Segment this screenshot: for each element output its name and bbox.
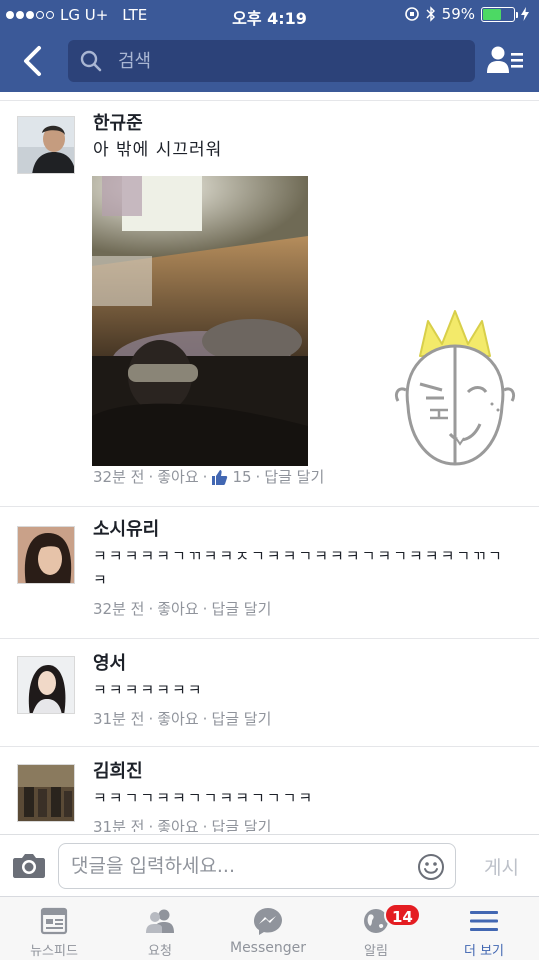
divider: [0, 638, 539, 639]
comment-text: ㅋㅋㄱㄱㅋㅋㄱㄱㅋㅋㄱㄱㄱㅋ: [93, 789, 315, 807]
navigation-bar: [0, 36, 539, 86]
divider: [0, 100, 539, 101]
comment-meta: 31분 전 · 좋아요 · 답글 달기: [93, 816, 519, 832]
friend-list-icon[interactable]: [486, 44, 524, 76]
search-box[interactable]: [68, 40, 475, 82]
comment-meta: 31분 전 · 좋아요 · 답글 달기: [93, 708, 272, 730]
comment-body: 김희진 ㅋㅋㄱㄱㅋㅋㄱㄱㅋㅋㄱㄱㄱㅋ 31분 전 · 좋아요 · 답글 달기: [93, 760, 519, 832]
top-bar: LG U+ LTE 오후 4:19 59%: [0, 0, 539, 92]
bluetooth-icon: [426, 6, 435, 22]
comment-text: 아 밖에 시끄러워: [93, 140, 223, 160]
like-link[interactable]: 좋아요: [157, 466, 198, 488]
notification-badge: 14: [384, 903, 421, 927]
camera-icon[interactable]: [12, 851, 46, 879]
reply-link[interactable]: 답글 달기: [211, 816, 271, 832]
search-input[interactable]: [118, 40, 458, 82]
back-arrow-icon[interactable]: [18, 44, 48, 78]
comments-list[interactable]: 한규준 아 밖에 시끄러워 32분 전 · 좋아요 · 15 · 답글 달기 소…: [0, 92, 539, 832]
status-right: 59%: [404, 5, 529, 23]
battery-percent: 59%: [441, 5, 475, 23]
comment-input-box[interactable]: [58, 843, 456, 889]
status-bar: LG U+ LTE 오후 4:19 59%: [0, 0, 539, 30]
battery-icon: [481, 6, 518, 22]
avatar[interactable]: [17, 656, 75, 714]
tab-notifications[interactable]: 14 알림: [322, 897, 430, 960]
tab-label: 더 보기: [463, 944, 504, 959]
tab-label: 요청: [148, 944, 172, 959]
comment-time[interactable]: 32분 전: [93, 598, 144, 620]
comment-body: 영서 ㅋㅋㅋㅋㅋㅋㅋ 31분 전 · 좋아요 · 답글 달기: [93, 652, 519, 730]
divider: [0, 506, 539, 507]
charging-icon: [521, 7, 529, 21]
comment-time[interactable]: 31분 전: [93, 816, 144, 832]
reply-link[interactable]: 답글 달기: [211, 598, 271, 620]
menu-icon: [470, 911, 498, 931]
orientation-lock-icon: [404, 7, 419, 21]
commenter-name[interactable]: 김희진: [93, 760, 519, 784]
commenter-name[interactable]: 소시유리: [93, 518, 519, 542]
tab-label: Messenger: [229, 940, 307, 956]
commenter-name[interactable]: 한규준: [93, 112, 519, 136]
reply-link[interactable]: 답글 달기: [264, 466, 324, 488]
comment-time[interactable]: 32분 전: [93, 466, 144, 488]
comment-text: ㅋㅋㅋㅋㅋㅋㅋ: [93, 681, 204, 699]
search-icon: [80, 50, 102, 72]
post-button[interactable]: 게시: [484, 853, 519, 880]
tab-news-feed[interactable]: 뉴스피드: [0, 897, 108, 960]
comment-time[interactable]: 31분 전: [93, 708, 144, 730]
divider: [0, 746, 539, 747]
avatar[interactable]: [17, 526, 75, 584]
comment-composer: 게시: [0, 834, 539, 896]
comment-body: 한규준 아 밖에 시끄러워: [93, 112, 519, 162]
comment-body: 소시유리 ㅋㅋㅋㅋㅋㄱㄲㅋㅋㅈㄱㅋㅋㄱㅋㅋㅋㄱㅋㄱㅋㅋㅋㄱㄲㄱㅋ 32분 전 ·…: [93, 518, 519, 620]
like-link[interactable]: 좋아요: [157, 816, 198, 832]
like-link[interactable]: 좋아요: [157, 598, 198, 620]
tab-messenger[interactable]: Messenger: [214, 897, 322, 960]
tab-label: 뉴스피드: [30, 944, 78, 959]
avatar[interactable]: [17, 764, 75, 822]
like-count[interactable]: 15: [232, 466, 251, 488]
messenger-icon: [254, 908, 282, 935]
avatar[interactable]: [17, 116, 75, 174]
like-link[interactable]: 좋아요: [157, 708, 198, 730]
friend-requests-icon: [146, 909, 174, 933]
tab-requests[interactable]: 요청: [106, 897, 214, 960]
comment-meta: 32분 전 · 좋아요 · 답글 달기: [93, 598, 272, 620]
news-feed-icon: [40, 907, 68, 935]
crown-face-sticker: [394, 310, 516, 466]
comment-input[interactable]: [71, 844, 411, 888]
sticker-smiley-icon[interactable]: [417, 853, 445, 881]
tab-label: 알림: [364, 944, 388, 959]
comment-text: ㅋㅋㅋㅋㅋㄱㄲㅋㅋㅈㄱㅋㅋㄱㅋㅋㅋㄱㅋㄱㅋㅋㅋㄱㄲㄱㅋ: [93, 547, 504, 589]
like-thumb-icon: [212, 469, 228, 485]
commenter-name[interactable]: 영서: [93, 652, 519, 676]
bottom-tab-bar: 뉴스피드 요청 Messenger 14 알림 더 보기: [0, 896, 539, 960]
reply-link[interactable]: 답글 달기: [211, 708, 271, 730]
tab-more[interactable]: 더 보기: [430, 897, 538, 960]
comment-photo[interactable]: [92, 176, 308, 466]
